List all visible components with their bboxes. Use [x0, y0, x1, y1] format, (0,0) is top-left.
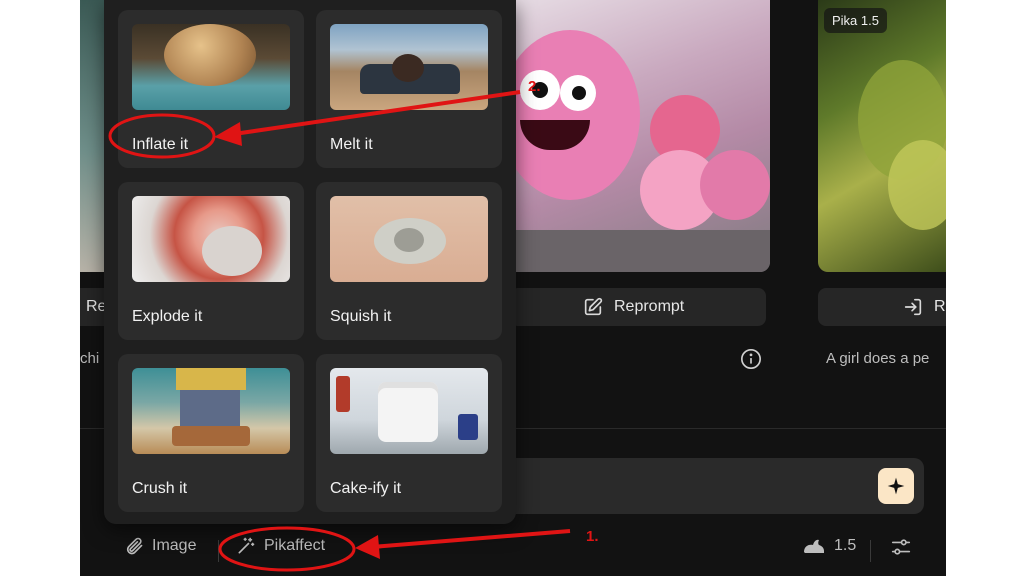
effect-inflate[interactable]: Inflate it [118, 10, 304, 168]
annotation-step-2: 2. [528, 78, 541, 95]
video-caption-right: A girl does a pe [826, 350, 930, 367]
model-selector[interactable]: 1.5 [802, 536, 856, 556]
toolbar-divider [870, 540, 871, 562]
effect-squish[interactable]: Squish it [316, 182, 502, 340]
effect-thumbnail [132, 24, 290, 110]
effect-label: Crush it [132, 480, 188, 497]
effect-explode[interactable]: Explode it [118, 182, 304, 340]
generate-button[interactable] [878, 468, 914, 504]
effect-label: Squish it [330, 308, 392, 325]
effect-thumbnail [132, 196, 290, 282]
effect-thumbnail [330, 368, 488, 454]
effect-melt[interactable]: Melt it [316, 10, 502, 168]
video-caption-left: chi [80, 350, 100, 367]
effect-label: Melt it [330, 136, 373, 153]
effect-label: Explode it [132, 308, 203, 325]
settings-button[interactable] [890, 536, 912, 558]
info-icon[interactable] [740, 348, 762, 370]
toolbar-divider [218, 540, 219, 562]
effect-cakeify[interactable]: Cake-ify it [316, 354, 502, 512]
effect-crush[interactable]: Crush it [118, 354, 304, 512]
effect-thumbnail [132, 368, 290, 454]
reprompt-button[interactable]: Reprompt [510, 288, 766, 326]
import-icon [904, 298, 922, 316]
effect-label: Cake-ify it [330, 480, 402, 497]
rabbit-icon [804, 539, 824, 553]
effect-thumbnail [330, 24, 488, 110]
model-version-label: 1.5 [834, 537, 857, 554]
pikaffect-button[interactable]: Pikaffect [236, 536, 325, 556]
image-upload-label: Image [152, 537, 197, 554]
sparkle-icon [887, 477, 905, 495]
pikaffect-label: Pikaffect [264, 537, 326, 554]
sliders-icon [891, 539, 911, 555]
effect-thumbnail [330, 196, 488, 282]
reprompt-button-label: Reprompt [614, 298, 685, 315]
annotation-step-1: 1. [586, 528, 599, 545]
model-version-badge: Pika 1.5 [824, 8, 887, 33]
video-thumbnail-right[interactable] [818, 0, 946, 272]
pikaffect-menu: Inflate it Melt it Explode it Squish it … [104, 0, 516, 524]
magic-wand-icon [238, 537, 255, 554]
image-upload-button[interactable]: Image [124, 536, 196, 556]
video-thumbnail-center[interactable] [490, 0, 770, 272]
reprompt-button-label: R [934, 298, 946, 315]
paperclip-icon [126, 537, 143, 555]
reprompt-icon [584, 297, 603, 316]
effect-label: Inflate it [132, 136, 189, 153]
reprompt-button-right[interactable]: R [818, 288, 946, 326]
